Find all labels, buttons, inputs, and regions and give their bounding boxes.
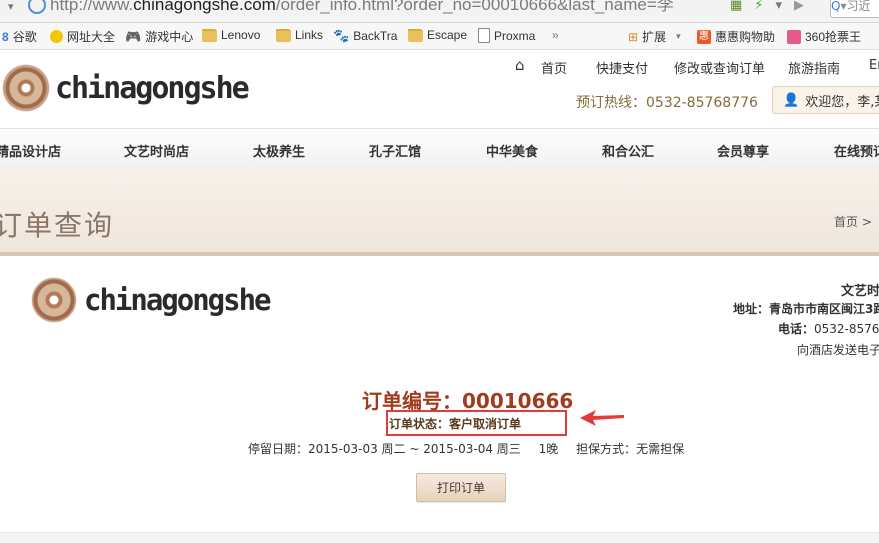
nav-item-cuisine[interactable]: 中华美食 (486, 141, 538, 160)
shop-icon: 惠 (697, 29, 711, 44)
top-link-home[interactable]: 首页 (541, 58, 567, 77)
nav-item-booking[interactable]: 在线预订 (834, 141, 879, 160)
send-email-link[interactable]: 向酒店发送电子 (797, 341, 879, 358)
gamepad-icon: 🎮 (125, 28, 142, 44)
stay-nights: 1晚 (538, 442, 559, 456)
bookmark-label: Lenovo (221, 28, 261, 42)
top-link-travel-guide[interactable]: 旅游指南 (788, 58, 840, 77)
nav-icon (50, 30, 63, 43)
nav-item-art-store[interactable]: 文艺时尚店 (124, 141, 189, 160)
bookmark-overflow[interactable]: » (552, 28, 559, 42)
chevron-down-icon[interactable]: ▾ (8, 0, 14, 13)
annotation-arrow-icon (580, 410, 624, 426)
main-nav: 精品设计店 文艺时尚店 太极养生 孔子汇馆 中华美食 和合公汇 会员尊享 在线预… (0, 128, 879, 170)
hotline: 预订热线：0532-85768776 (576, 95, 758, 111)
bookmark-label: 网址大全 (67, 30, 116, 44)
bookmark-label: 游戏中心 (145, 30, 194, 44)
bookmarks-bar: 8 谷歌 网址大全 🎮 游戏中心 Lenovo Links 🐾 BackTra Esc… (0, 23, 879, 50)
address-value: 青岛市市南区闽江3路 (769, 302, 879, 316)
bookmark-backtra[interactable]: 🐾 BackTra (333, 28, 397, 44)
breadcrumb[interactable]: 首页 > (834, 213, 872, 230)
footer-strip (0, 532, 879, 543)
site-logo[interactable]: chinagongshe (3, 65, 250, 111)
bookmark-label: Escape (427, 28, 468, 42)
nav-item-hehe[interactable]: 和合公汇 (602, 141, 654, 160)
doc-icon (478, 28, 490, 43)
folder-icon (408, 28, 423, 42)
phone-value: 0532-8576 (814, 322, 879, 336)
bookmark-games[interactable]: 🎮 游戏中心 (125, 28, 193, 45)
search-input[interactable]: Q▾习近 (830, 0, 879, 18)
home-icon[interactable]: ⌂ (515, 56, 525, 74)
bookmark-lenovo[interactable]: Lenovo (202, 28, 260, 42)
bookmark-proxma[interactable]: Proxma (478, 28, 535, 43)
bookmark-escape[interactable]: Escape (408, 28, 467, 42)
ticket-icon (787, 29, 801, 44)
nav-item-confucius[interactable]: 孔子汇馆 (369, 141, 421, 160)
bookmark-label: 360抢票王 (805, 30, 862, 44)
forward-icon[interactable]: ▶ (794, 0, 804, 18)
top-link-quickpay[interactable]: 快捷支付 (596, 58, 648, 77)
bookmark-label: 谷歌 (12, 30, 37, 44)
search-placeholder: 习近 (846, 0, 871, 13)
logo-wordmark: chinagongshe (55, 70, 250, 106)
top-link-modify-order[interactable]: 修改或查询订单 (674, 58, 765, 77)
phone-label: 电话： (778, 322, 815, 336)
bookmark-360[interactable]: 360抢票王 (787, 28, 861, 45)
bookmark-label: 惠惠购物助 (715, 30, 776, 44)
address-label: 地址： (733, 302, 770, 316)
welcome-box[interactable]: 👤 欢迎您，李,某 (772, 86, 879, 114)
bookmark-links[interactable]: Links (276, 28, 323, 42)
hotel-phone: 电话：0532-8576 (778, 320, 879, 337)
nav-item-member[interactable]: 会员尊享 (717, 141, 769, 160)
page-title: 订单查询 (0, 209, 115, 242)
globe-icon (28, 0, 46, 14)
folder-icon (202, 28, 217, 42)
dropdown-icon[interactable]: ▾ (775, 0, 782, 18)
print-order-button[interactable]: 打印订单 (416, 473, 506, 502)
page-banner: 订单查询 首页 > (0, 168, 879, 256)
bookmark-label: BackTra (353, 29, 398, 43)
logo-disc-icon (3, 65, 49, 111)
bookmark-label: 扩展 (642, 30, 667, 44)
folder-icon (276, 28, 291, 42)
bookmark-extensions[interactable]: ⊞ 扩展 ▾ (628, 28, 681, 45)
bookmark-label: Proxma (494, 28, 536, 43)
paw-icon: 🐾 (333, 28, 350, 43)
lightning-icon[interactable]: ⚡ (754, 0, 763, 18)
status-label: 订单状态： (389, 417, 450, 431)
guarantee: 担保方式：无需担保 (576, 442, 685, 456)
overflow-chevron-icon: » (552, 28, 559, 42)
bookmark-nav[interactable]: 网址大全 (50, 28, 115, 45)
logo-wordmark: chinagongshe (84, 283, 272, 317)
url-text[interactable]: http://www.chinagongshe.com/order_info.h… (50, 0, 674, 13)
hotel-address: 地址：青岛市市南区闽江3路 (733, 300, 879, 317)
order-logo: chinagongshe (32, 278, 272, 322)
welcome-text: 欢迎您，李,某 (805, 94, 879, 110)
url-domain: chinagongshe.com (133, 0, 276, 14)
address-bar-tools: ▦ ⚡ ▾ ▶ (730, 0, 804, 18)
chevron-down-icon: ▾ (676, 31, 681, 41)
url-prefix: http://www. (50, 0, 134, 14)
bookmark-huihui[interactable]: 惠惠惠购物助 (697, 28, 775, 45)
hotel-name: 文艺时 (841, 284, 879, 299)
url-path: /order_info.html?order_no=00010666&last_… (275, 0, 674, 14)
top-link-english[interactable]: En (869, 58, 879, 73)
nav-item-taichi[interactable]: 太极养生 (253, 141, 305, 160)
order-status: 订单状态：客户取消订单 (389, 415, 521, 432)
qr-icon[interactable]: ▦ (730, 0, 742, 18)
bookmark-google[interactable]: 8 谷歌 (2, 28, 37, 45)
stay-info: 停留日期：2015-03-03 周二 ~ 2015-03-04 周三 1晚 担保… (248, 440, 684, 457)
status-value: 客户取消订单 (449, 417, 522, 431)
logo-disc-icon (32, 278, 76, 322)
user-icon: 👤 (783, 92, 800, 108)
nav-item-design-store[interactable]: 精品设计店 (0, 141, 61, 160)
stay-dates: 停留日期：2015-03-03 周二 ~ 2015-03-04 周三 (248, 442, 521, 456)
grid-icon: ⊞ (628, 29, 639, 44)
google-icon: 8 (2, 29, 9, 44)
address-bar[interactable]: ▾ http://www.chinagongshe.com/order_info… (0, 0, 879, 23)
bookmark-label: Links (295, 28, 324, 42)
